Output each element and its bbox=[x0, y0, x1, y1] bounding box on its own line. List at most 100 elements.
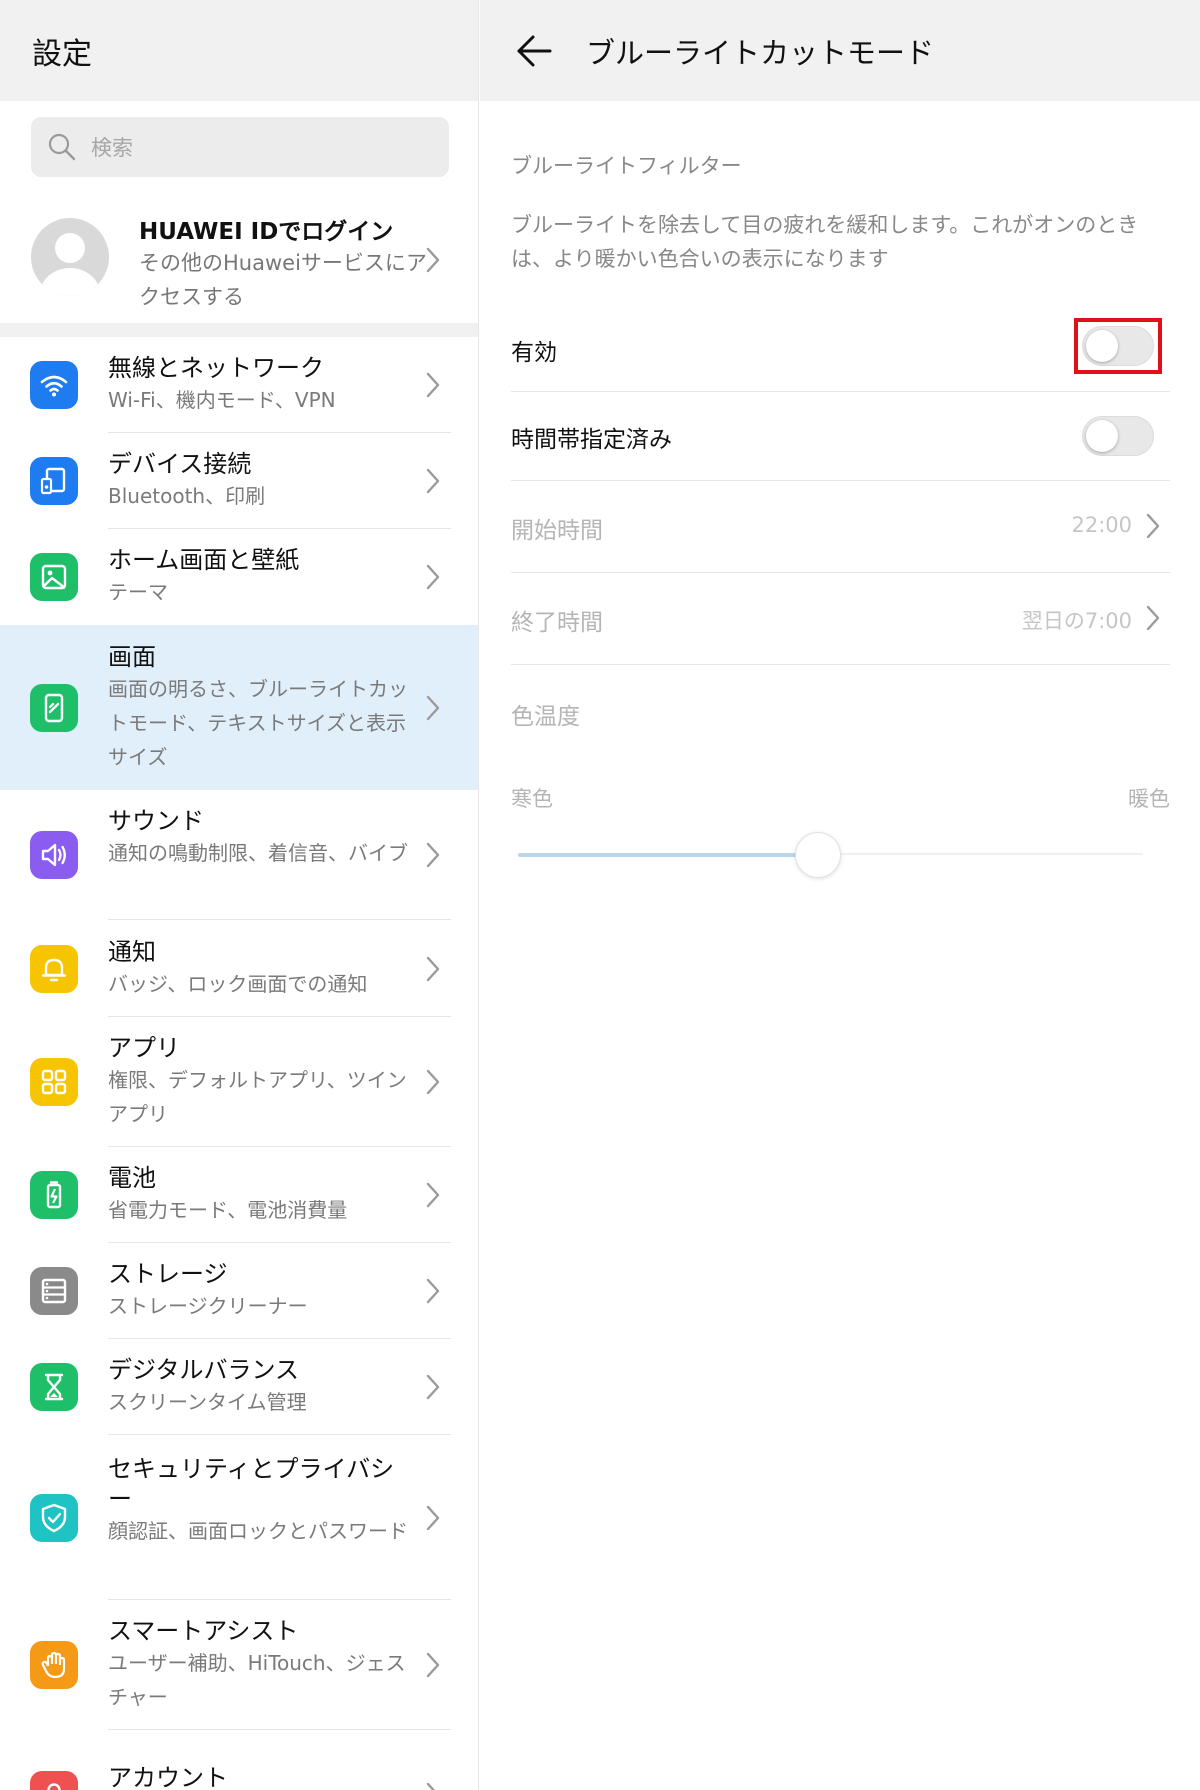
settings-item-text: アプリ 権限、デフォルトアプリ、ツインアプリ bbox=[108, 1033, 408, 1131]
settings-item-subtitle: Bluetooth、印刷 bbox=[108, 484, 266, 508]
settings-item-text: 電池 省電力モード、電池消費量 bbox=[108, 1163, 408, 1227]
settings-item-subtitle: スクリーンタイム管理 bbox=[108, 1390, 307, 1414]
section-label: ブルーライトフィルター bbox=[511, 154, 742, 178]
blue-light-pane: ブルーライトカットモード ブルーライトフィルター ブルーライトを除去して目の疲れ… bbox=[480, 0, 1200, 1790]
settings-item-title: スマートアシスト bbox=[108, 1617, 299, 1645]
settings-header: 設定 bbox=[0, 0, 478, 101]
page-title: ブルーライトカットモード bbox=[586, 35, 935, 70]
search-icon bbox=[48, 133, 76, 161]
section-description: ブルーライトを除去して目の疲れを緩和します。これがオンのときは、より暖かい色合い… bbox=[511, 213, 1139, 271]
detail-header: ブルーライトカットモード bbox=[480, 0, 1200, 101]
divider bbox=[511, 664, 1170, 665]
chevron-right-icon bbox=[426, 564, 440, 590]
settings-item-hourglass[interactable]: デジタルバランススクリーンタイム管理 bbox=[0, 1339, 478, 1435]
settings-item-storage[interactable]: ストレージ ストレージクリーナー bbox=[0, 1243, 478, 1339]
settings-item-apps[interactable]: アプリ 権限、デフォルトアプリ、ツインアプリ bbox=[0, 1017, 478, 1147]
start-time-value: 22:00 bbox=[1071, 513, 1132, 537]
cool-label: 寒色 bbox=[511, 787, 553, 811]
slider-track-empty bbox=[818, 853, 1143, 855]
settings-item-device-connection[interactable]: デバイス接続 Bluetooth、印刷 bbox=[0, 433, 478, 529]
huawei-id-login[interactable]: HUAWEI IDでログイン その他のHuaweiサービスにアクセスする bbox=[0, 200, 478, 322]
settings-item-subtitle: バッジ、ロック画面での通知 bbox=[108, 972, 368, 996]
settings-item-text: デジタルバランススクリーンタイム管理 bbox=[108, 1355, 408, 1419]
back-button[interactable] bbox=[512, 29, 556, 73]
start-time-row[interactable]: 開始時間 22:00 bbox=[511, 481, 1170, 573]
end-time-label: 終了時間 bbox=[511, 610, 603, 636]
settings-item-shield[interactable]: セキュリティとプライバシー 顔認証、画面ロックとパスワード bbox=[0, 1435, 478, 1600]
chevron-right-icon bbox=[426, 1652, 440, 1678]
chevron-right-icon bbox=[426, 468, 440, 494]
scheduled-toggle[interactable] bbox=[1082, 416, 1154, 456]
settings-item-text: デバイス接続 Bluetooth、印刷 bbox=[108, 449, 408, 513]
warm-label: 暖色 bbox=[1128, 787, 1170, 811]
enabled-toggle[interactable] bbox=[1082, 326, 1154, 366]
wifi-icon bbox=[30, 361, 78, 409]
settings-item-title: ホーム画面と壁紙 bbox=[108, 546, 300, 574]
settings-item-text: ホーム画面と壁紙テーマ bbox=[108, 545, 408, 609]
search-input[interactable]: 検索 bbox=[31, 117, 449, 177]
settings-item-wallpaper[interactable]: ホーム画面と壁紙テーマ bbox=[0, 529, 478, 625]
start-time-label: 開始時間 bbox=[511, 518, 603, 544]
toggle-knob bbox=[1086, 330, 1118, 362]
settings-item-title: デジタルバランス bbox=[108, 1356, 300, 1384]
chevron-right-icon bbox=[426, 247, 440, 273]
arrow-left-icon bbox=[517, 35, 552, 66]
settings-item-display[interactable]: 画面 画面の明るさ、ブルーライトカットモード、テキストサイズと表示サイズ bbox=[0, 625, 478, 790]
storage-icon bbox=[30, 1267, 78, 1315]
chevron-right-icon bbox=[426, 1182, 440, 1208]
settings-item-text: スマートアシストユーザー補助、HiTouch、ジェスチャー bbox=[108, 1616, 408, 1714]
settings-item-title: 通知 bbox=[108, 938, 156, 966]
chevron-right-icon bbox=[426, 372, 440, 398]
settings-item-title: サウンド bbox=[108, 807, 204, 835]
chevron-right-icon bbox=[426, 1782, 436, 1790]
sound-icon bbox=[30, 831, 78, 879]
search-placeholder: 検索 bbox=[91, 136, 133, 160]
settings-item-text: サウンド 通知の鳴動制限、着信音、バイブ bbox=[108, 806, 408, 870]
settings-item-subtitle: 権限、デフォルトアプリ、ツインアプリ bbox=[108, 1068, 407, 1126]
user-silhouette-icon bbox=[40, 233, 100, 296]
settings-list-pane: 設定 検索 HUAWEI IDでログイン その他のHuaweiサービスにアクセス… bbox=[0, 0, 479, 1790]
settings-item-text: 通知バッジ、ロック画面での通知 bbox=[108, 937, 408, 1001]
chevron-right-icon bbox=[1146, 513, 1160, 539]
bell-icon bbox=[30, 945, 78, 993]
profile-subtitle: その他のHuaweiサービスにアクセスする bbox=[139, 251, 427, 309]
scheduled-row[interactable]: 時間帯指定済み bbox=[511, 392, 1170, 481]
settings-item-text: 無線とネットワーク Wi-Fi、機内モード、VPN bbox=[108, 353, 408, 417]
section-separator bbox=[0, 323, 478, 337]
enabled-row[interactable]: 有効 bbox=[511, 305, 1170, 392]
chevron-right-icon bbox=[426, 1069, 440, 1095]
wallpaper-icon bbox=[30, 553, 78, 601]
settings-item-bell[interactable]: 通知バッジ、ロック画面での通知 bbox=[0, 920, 478, 1017]
settings-title: 設定 bbox=[32, 36, 92, 72]
color-temperature-label: 色温度 bbox=[511, 704, 580, 730]
settings-item-subtitle: ユーザー補助、HiTouch、ジェスチャー bbox=[108, 1651, 406, 1709]
settings-item-text: アカウントアカウント bbox=[108, 1763, 408, 1790]
settings-item-wifi[interactable]: 無線とネットワーク Wi-Fi、機内モード、VPN bbox=[0, 337, 478, 433]
toggle-knob bbox=[1086, 420, 1118, 452]
settings-item-text: セキュリティとプライバシー 顔認証、画面ロックとパスワード bbox=[108, 1454, 408, 1548]
profile-name: HUAWEI IDでログイン bbox=[139, 219, 394, 245]
settings-item-hand[interactable]: スマートアシストユーザー補助、HiTouch、ジェスチャー bbox=[0, 1600, 478, 1730]
settings-item-sound[interactable]: サウンド 通知の鳴動制限、着信音、バイブ bbox=[0, 790, 478, 920]
hourglass-icon bbox=[30, 1363, 78, 1411]
settings-item-account[interactable]: アカウントアカウント bbox=[0, 1730, 478, 1790]
chevron-right-icon bbox=[1146, 605, 1160, 631]
end-time-row[interactable]: 終了時間 翌日の7:00 bbox=[511, 573, 1170, 665]
account-icon bbox=[30, 1771, 78, 1790]
battery-icon bbox=[30, 1171, 78, 1219]
chevron-right-icon bbox=[426, 695, 440, 721]
settings-item-battery[interactable]: 電池 省電力モード、電池消費量 bbox=[0, 1147, 478, 1243]
settings-item-title: 電池 bbox=[108, 1164, 156, 1192]
device-connection-icon bbox=[30, 457, 78, 505]
scheduled-label: 時間帯指定済み bbox=[511, 427, 672, 453]
chevron-right-icon bbox=[426, 1278, 440, 1304]
chevron-right-icon bbox=[426, 1374, 440, 1400]
chevron-right-icon bbox=[426, 1505, 440, 1531]
slider-thumb[interactable] bbox=[795, 832, 841, 878]
settings-item-title: アカウント bbox=[108, 1764, 228, 1790]
settings-item-title: 無線とネットワーク bbox=[108, 354, 324, 382]
avatar bbox=[31, 218, 109, 296]
settings-item-text: ストレージ ストレージクリーナー bbox=[108, 1259, 408, 1323]
chevron-right-icon bbox=[426, 842, 440, 868]
settings-item-subtitle: テーマ bbox=[108, 580, 168, 604]
